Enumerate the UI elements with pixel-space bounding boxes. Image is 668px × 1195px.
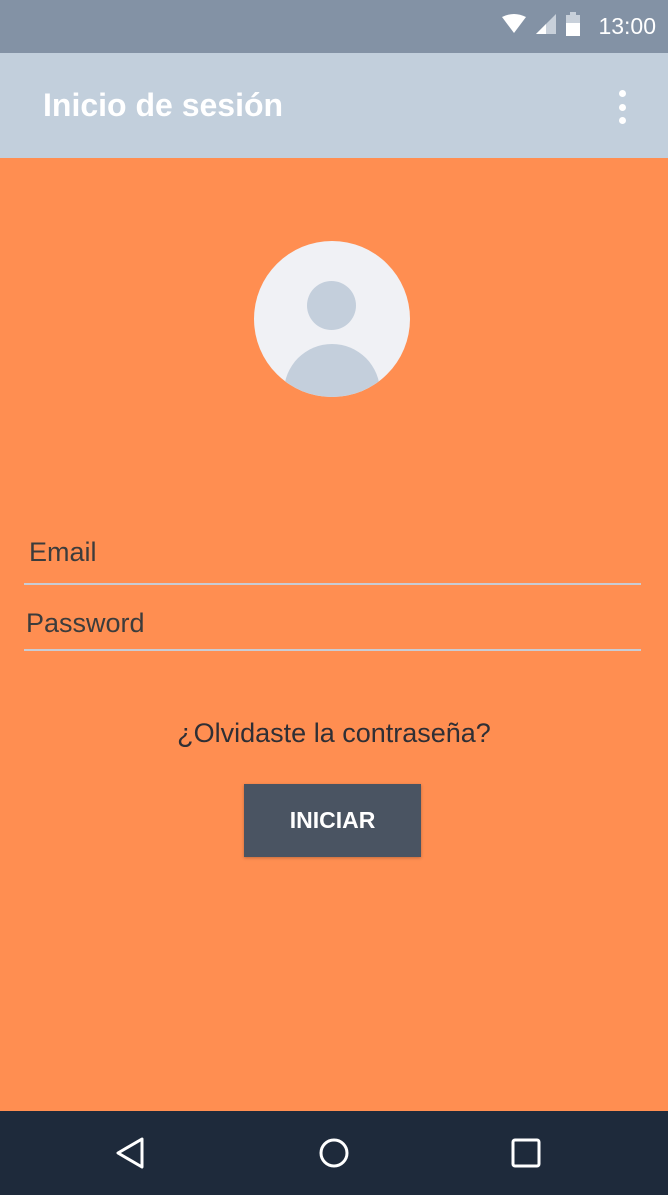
status-icons: 13:00: [502, 0, 656, 53]
login-button[interactable]: INICIAR: [244, 784, 421, 857]
forgot-password-link[interactable]: ¿Olvidaste la contraseña?: [0, 718, 668, 749]
menu-dot: [618, 117, 626, 124]
avatar-head: [307, 281, 356, 330]
back-icon[interactable]: [110, 1133, 150, 1173]
email-field[interactable]: [24, 522, 641, 585]
more-vert-icon[interactable]: [610, 90, 634, 124]
avatar-body: [284, 344, 380, 397]
battery-icon: [566, 12, 581, 41]
status-time: 13:00: [598, 13, 656, 39]
home-icon[interactable]: [314, 1133, 354, 1173]
person-placeholder-icon: [254, 241, 410, 397]
system-nav-bar: [0, 1111, 668, 1195]
password-field[interactable]: [24, 597, 641, 651]
menu-dot: [618, 103, 626, 111]
recents-icon[interactable]: [506, 1133, 546, 1173]
page-title: Inicio de sesión: [43, 87, 284, 123]
menu-dot: [618, 90, 626, 97]
status-bar: 13:00: [0, 0, 668, 53]
cell-signal-icon: [536, 14, 557, 39]
wifi-icon: [502, 14, 527, 39]
app-bar: Inicio de sesión: [0, 53, 668, 158]
